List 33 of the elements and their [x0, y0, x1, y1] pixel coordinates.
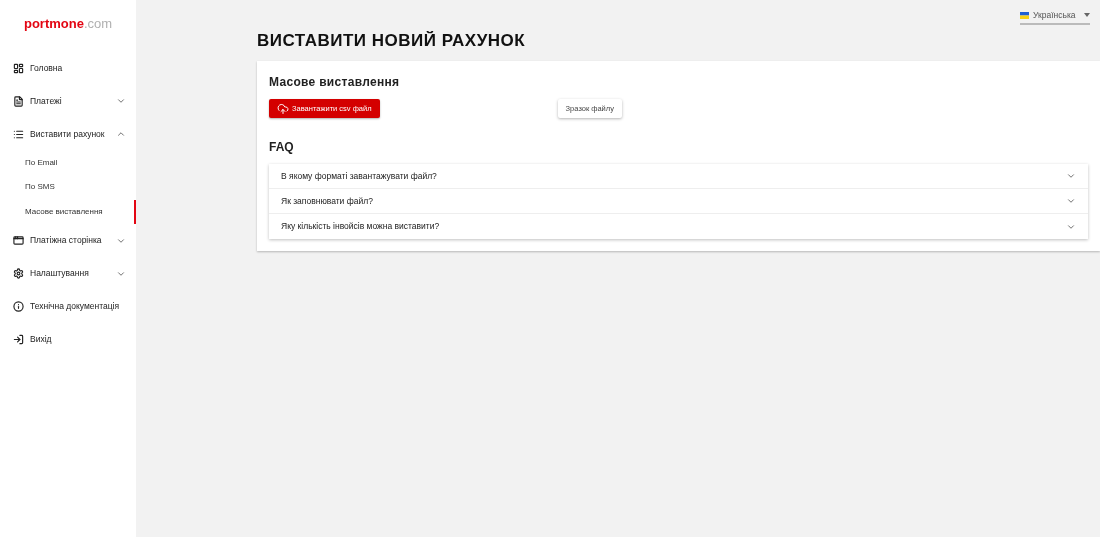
submenu-item[interactable]: Масове виставлення: [0, 199, 136, 224]
dashboard-icon: [13, 62, 24, 74]
sidebar-item[interactable]: Налаштування: [0, 257, 136, 290]
faq-title: FAQ: [269, 139, 295, 156]
sidebar-item[interactable]: Платежі: [0, 84, 136, 118]
flag-icon: [1020, 11, 1029, 19]
sidebar-item[interactable]: Виставити рахунок: [0, 117, 136, 151]
page-title: ВИСТАВИТИ НОВИЙ РАХУНОК: [257, 30, 527, 50]
faq-item[interactable]: В якому форматі завантажувати файл?: [269, 164, 1088, 189]
sidebar-item[interactable]: Головна: [0, 51, 136, 85]
card-title: Масове виставлення: [269, 74, 401, 91]
chevron-down-icon: [1066, 196, 1076, 206]
list-icon: [13, 128, 24, 140]
submenu-item[interactable]: По Email: [0, 150, 136, 175]
logo-domain: .com: [83, 15, 113, 33]
chevron-down-icon: [116, 96, 126, 106]
chevron-up-icon: [116, 129, 126, 139]
dropdown-arrow-icon: [1084, 13, 1090, 18]
document-icon: [13, 95, 24, 107]
logo-brand: portmone: [23, 15, 84, 33]
chevron-down-icon: [1066, 171, 1076, 181]
submenu-item[interactable]: По SMS: [0, 175, 136, 200]
faq-item[interactable]: Яку кількість інвойсів можна виставити?: [269, 214, 1088, 239]
info-icon: [13, 301, 24, 312]
sidebar-item[interactable]: Технічна документація: [0, 290, 136, 323]
gear-icon: [13, 268, 24, 279]
window-icon: [13, 235, 24, 246]
sidebar-item[interactable]: Вихід: [0, 323, 136, 356]
cloud-upload-icon: [277, 102, 289, 115]
exit-icon: [13, 334, 24, 345]
sidebar-item[interactable]: Платіжна сторінка: [0, 224, 136, 257]
faq-item[interactable]: Як заповнювати файл?: [269, 189, 1088, 214]
language-select[interactable]: Українська: [1020, 9, 1090, 25]
